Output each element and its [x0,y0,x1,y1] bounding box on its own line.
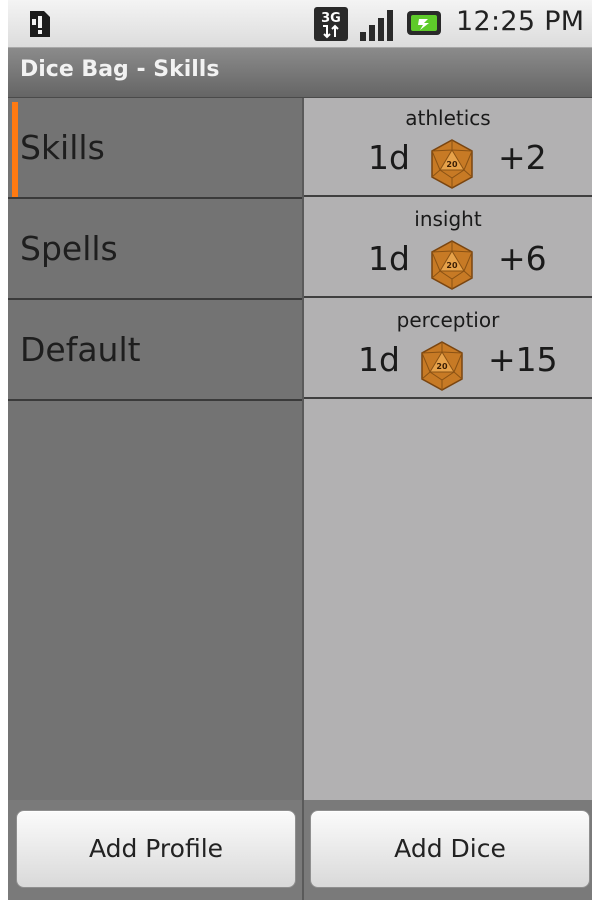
network-type-label: 3G [321,11,341,26]
title-bar: Dice Bag - Skills [8,48,592,98]
dice-modifier: +2 [498,138,547,177]
dice-count: 1d [358,340,400,379]
page-title: Dice Bag - Skills [20,57,220,82]
3g-data-icon: 3G [314,7,348,41]
profile-item-spells[interactable]: Spells [8,199,302,300]
dice-count: 1d [368,239,410,278]
dice-modifier: +15 [488,340,558,379]
selection-indicator [12,102,18,197]
status-bar: 3G 12:25 PM [8,0,592,48]
dice-name: athletics [405,106,491,130]
sim-alert-icon [30,11,50,37]
die-face-number: 20 [436,362,448,371]
dice-item-athletics[interactable]: athletics 1d 20 +2 [304,98,592,197]
dice-item-insight[interactable]: insight 1d 20 +6 [304,199,592,298]
dice-item-perception[interactable]: perceptior 1d 20 +15 [304,300,592,399]
die-face-number: 20 [446,261,458,270]
add-profile-button[interactable]: Add Profile [16,810,296,888]
profile-label: Default [20,330,141,369]
dice-name: perceptior [396,308,500,332]
status-clock: 12:25 PM [456,6,585,37]
dice-count: 1d [368,138,410,177]
dice-name: insight [414,207,482,231]
battery-charging-icon [407,11,441,35]
device-screen: 3G 12:25 PM Dice Bag - Skills Skills Spe… [8,0,592,900]
d20-die-icon: 20 [431,139,473,189]
add-dice-button[interactable]: Add Dice [310,810,590,888]
d20-die-icon: 20 [421,341,463,391]
die-face-number: 20 [446,160,458,169]
profile-list: Skills Spells Default [8,98,302,800]
profile-item-default[interactable]: Default [8,300,302,401]
signal-strength-icon [360,10,393,41]
dice-list: athletics 1d 20 +2 insight 1d 20 +6 perc… [304,98,592,800]
profile-label: Skills [20,128,105,167]
profile-label: Spells [20,229,118,268]
d20-die-icon: 20 [431,240,473,290]
profile-item-skills[interactable]: Skills [8,98,302,199]
dice-modifier: +6 [498,239,547,278]
